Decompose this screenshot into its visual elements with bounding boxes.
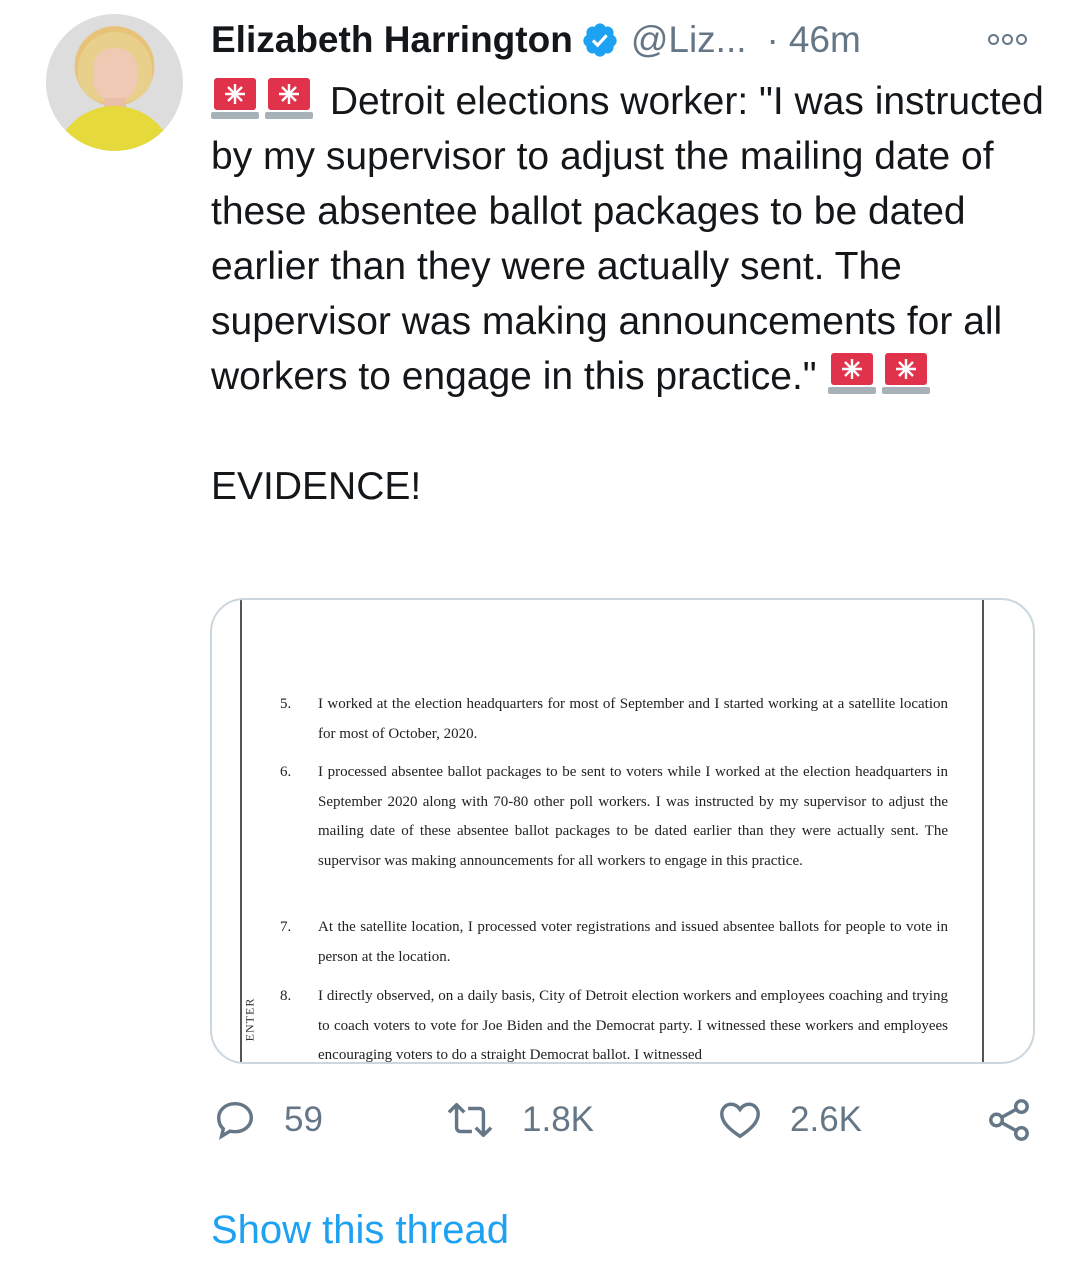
paragraph-text: I worked at the election headquarters fo…: [318, 696, 948, 742]
reply-icon: [216, 1101, 254, 1140]
retweet-count: 1.8K: [522, 1100, 594, 1139]
retweet-button[interactable]: 1.8K: [444, 1092, 594, 1148]
avatar[interactable]: [46, 14, 183, 151]
siren-emoji-icon: [881, 353, 930, 394]
paragraph-number: 5.: [280, 696, 292, 712]
paragraph-text: I directly observed, on a daily basis, C…: [318, 988, 948, 1063]
affidavit-document: 5. I worked at the election headquarters…: [212, 600, 1033, 1062]
avatar-face: [93, 48, 137, 102]
retweet-icon: [447, 1102, 493, 1138]
verified-badge-icon: [583, 23, 617, 57]
tweet-text-evidence: EVIDENCE!: [211, 465, 422, 508]
avatar-jacket: [54, 106, 175, 151]
paragraph-text: At the satellite location, I processed v…: [318, 919, 948, 965]
heart-icon: [720, 1102, 760, 1139]
tweet-header: Elizabeth Harrington @Liz... · 46m: [211, 14, 861, 66]
reply-button[interactable]: 59: [212, 1092, 323, 1148]
siren-emoji-icon: [211, 78, 259, 119]
siren-emoji-icon: [265, 78, 313, 119]
header-separator: ·: [766, 19, 779, 60]
reply-count: 59: [284, 1100, 323, 1139]
like-button[interactable]: 2.6K: [716, 1092, 862, 1148]
paragraph-number: 7.: [280, 919, 292, 935]
like-count: 2.6K: [790, 1100, 862, 1139]
share-button[interactable]: [986, 1092, 1032, 1148]
author-name[interactable]: Elizabeth Harrington: [211, 19, 573, 61]
tweet-media-image[interactable]: ENTER 5. I worked at the election headqu…: [210, 598, 1035, 1064]
share-icon: [989, 1099, 1029, 1141]
tweet-time[interactable]: 46m: [789, 19, 861, 61]
paragraph-number: 8.: [280, 988, 292, 1004]
tweet-text: Detroit elections worker: "I was instruc…: [211, 74, 1051, 514]
tweet-actions: 59 1.8K 2.6K: [212, 1092, 1042, 1148]
paragraph-number: 6.: [280, 764, 292, 780]
show-thread-link[interactable]: Show this thread: [211, 1208, 509, 1253]
siren-emoji-icon: [827, 353, 876, 394]
more-options-icon[interactable]: [988, 30, 1030, 48]
author-handle[interactable]: @Liz...: [631, 19, 747, 61]
paragraph-text: I processed absentee ballot packages to …: [318, 764, 948, 869]
